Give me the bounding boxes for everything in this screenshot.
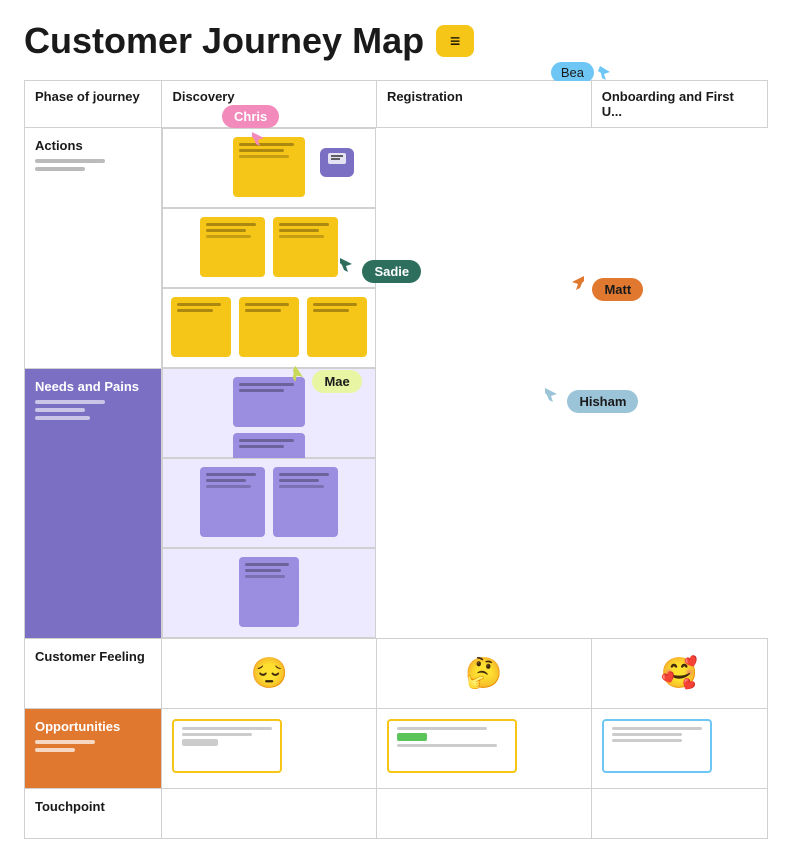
phase-touchpoint-label: Touchpoint	[35, 799, 151, 814]
action-line-2	[35, 167, 85, 171]
opp-box-registration[interactable]	[387, 719, 517, 773]
phase-actions-cell: Actions	[25, 128, 162, 369]
emoji-pensive: 😔	[162, 639, 376, 708]
phase-feeling-label: Customer Feeling	[35, 649, 151, 664]
discovery-feeling-cell: 😔	[162, 639, 377, 709]
discovery-touchpoint-cell	[162, 789, 377, 839]
phase-opps-cell: Opportunities	[25, 709, 162, 789]
table-row-feeling: Customer Feeling 😔 🤔 🥰	[25, 639, 768, 709]
discovery-actions-cell	[162, 128, 376, 208]
title-row: Customer Journey Map ≡	[24, 20, 768, 62]
header-registration: Registration	[376, 81, 591, 128]
phase-actions-label: Actions	[35, 138, 151, 153]
phase-actions-lines	[35, 159, 151, 171]
action-line-1	[35, 159, 105, 163]
needs-line-3	[35, 416, 90, 420]
sticky-onb-needs-1[interactable]	[239, 557, 299, 627]
phase-touchpoint-cell: Touchpoint	[25, 789, 162, 839]
sticky-onb-actions-3[interactable]	[307, 297, 367, 357]
chat-icon: ≡	[450, 31, 461, 52]
header-onboarding: Onboarding and First U...	[591, 81, 767, 128]
registration-feeling-cell: 🤔	[376, 639, 591, 709]
phase-needs-label: Needs and Pains	[35, 379, 151, 394]
table-row-actions: Actions	[25, 128, 768, 369]
emoji-thinking: 🤔	[377, 639, 591, 708]
table-row-opportunities: Opportunities	[25, 709, 768, 789]
table-row-touchpoint: Touchpoint	[25, 789, 768, 839]
header-phase: Phase of journey	[25, 81, 162, 128]
sticky-onb-actions-1[interactable]	[171, 297, 231, 357]
phase-feeling-cell: Customer Feeling	[25, 639, 162, 709]
phase-needs-lines	[35, 400, 151, 420]
opp-box-onboarding[interactable]	[602, 719, 712, 773]
sticky-disc-needs-1[interactable]	[233, 377, 305, 427]
opp-box-discovery[interactable]	[172, 719, 282, 773]
discovery-opps-cell	[162, 709, 377, 789]
header-discovery: Discovery	[162, 81, 377, 128]
sticky-reg-needs-2[interactable]	[273, 467, 338, 537]
phase-opps-label: Opportunities	[35, 719, 151, 734]
emoji-flirt: 🥰	[592, 639, 767, 708]
bea-cursor-arrow	[598, 64, 612, 82]
onboarding-needs-cell	[162, 548, 376, 638]
onboarding-actions-cell	[162, 288, 376, 368]
sticky-reg-actions-2[interactable]	[273, 217, 338, 277]
table-row-needs: Needs and Pains	[25, 368, 768, 639]
registration-opps-cell	[376, 709, 591, 789]
table-header-row: Phase of journey Discovery Registration …	[25, 81, 768, 128]
onboarding-feeling-cell: 🥰	[591, 639, 767, 709]
registration-needs-cell	[162, 458, 376, 548]
needs-line-1	[35, 400, 105, 404]
opps-line-1	[35, 740, 95, 744]
phase-opps-lines	[35, 740, 151, 752]
chat-icon-bubble[interactable]: ≡	[436, 25, 474, 57]
page-container: Customer Journey Map ≡ Bea Phase of jour…	[0, 0, 792, 849]
registration-actions-cell	[162, 208, 376, 288]
registration-touchpoint-cell	[376, 789, 591, 839]
needs-line-2	[35, 408, 85, 412]
sticky-note-discovery-actions[interactable]	[233, 137, 305, 197]
sticky-reg-actions-1[interactable]	[200, 217, 265, 277]
phase-needs-cell: Needs and Pains	[25, 368, 162, 639]
journey-table: Phase of journey Discovery Registration …	[24, 80, 768, 839]
sticky-onb-actions-2[interactable]	[239, 297, 299, 357]
onboarding-touchpoint-cell	[591, 789, 767, 839]
opps-line-2	[35, 748, 75, 752]
discovery-needs-cell	[162, 368, 376, 458]
onboarding-opps-cell	[591, 709, 767, 789]
sticky-reg-needs-1[interactable]	[200, 467, 265, 537]
page-title: Customer Journey Map	[24, 20, 424, 62]
